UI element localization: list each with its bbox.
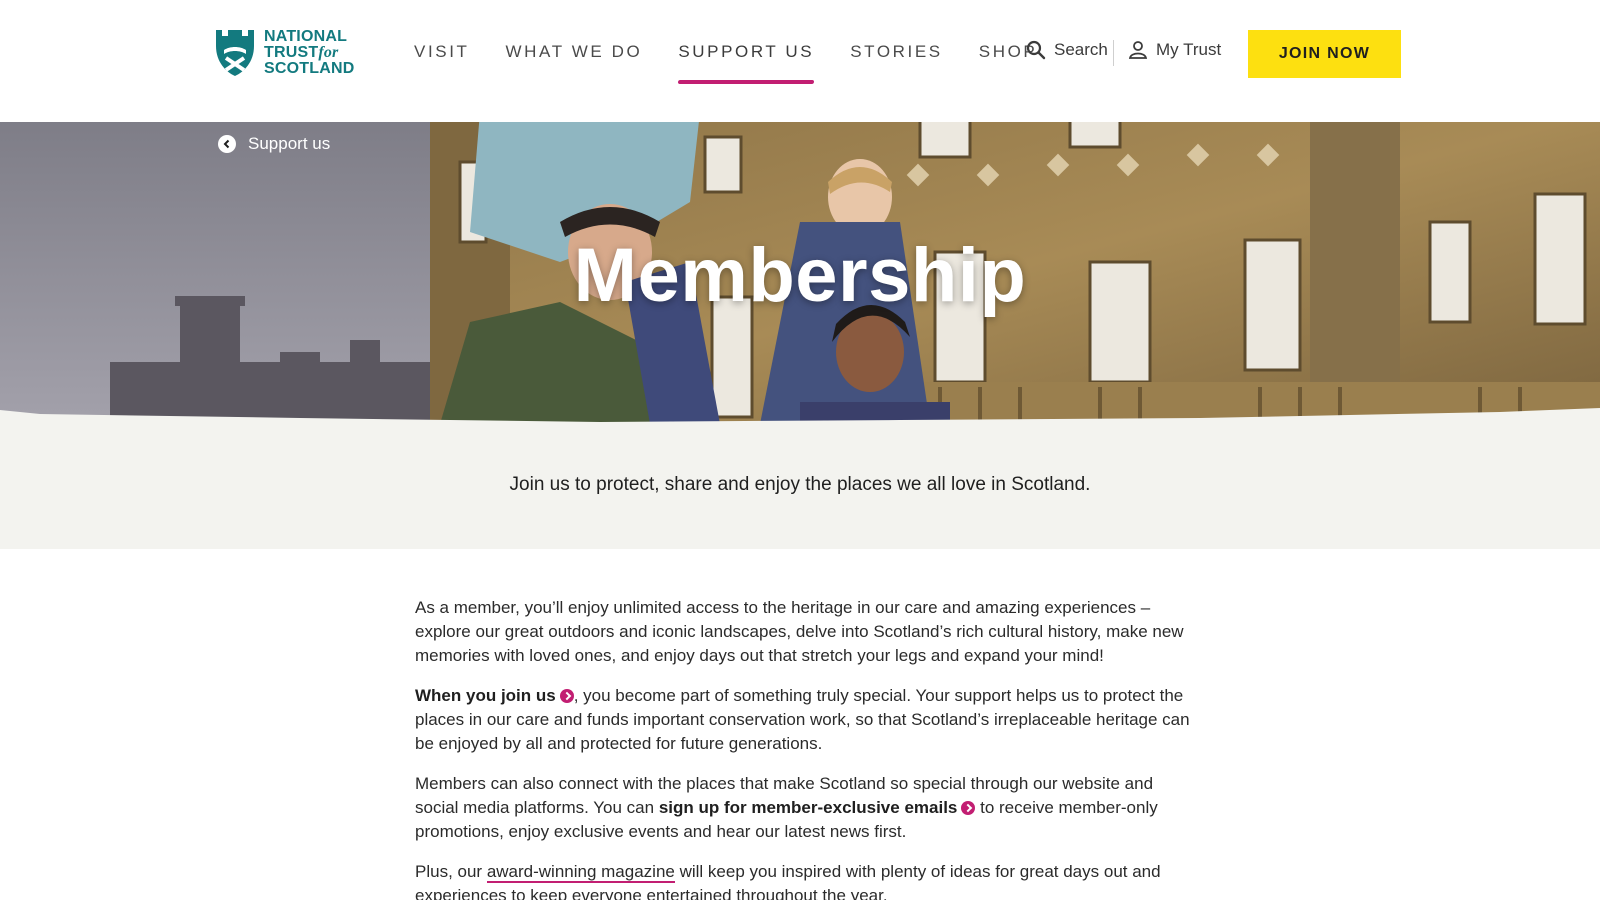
paragraph-magazine: Plus, our award-winning magazine will ke… (415, 862, 1161, 900)
user-icon (1128, 41, 1148, 59)
paragraph-connect: Members can also connect with the places… (415, 774, 1158, 841)
join-now-button[interactable]: JOIN NOW (1248, 30, 1401, 78)
breadcrumb-label: Support us (248, 134, 331, 153)
arrow-right-icon[interactable] (961, 801, 976, 815)
site-logo[interactable]: NATIONAL TRUSTfor SCOTLAND (214, 28, 354, 78)
my-trust-button[interactable]: My Trust (1128, 40, 1221, 60)
hero-banner: Support us Membership (0, 112, 1600, 424)
brush-stroke-divider (0, 88, 1600, 122)
nav-visit[interactable]: VISIT (414, 42, 470, 62)
magazine-link[interactable]: award-winning magazine (486, 862, 675, 883)
intro-text: Join us to protect, share and enjoy the … (509, 474, 1091, 495)
nav-what-we-do[interactable]: WHAT WE DO (506, 42, 643, 62)
header-divider (1113, 40, 1114, 66)
page-title: Membership (573, 233, 1027, 318)
intro-band: Join us to protect, share and enjoy the … (0, 424, 1600, 549)
search-icon (1026, 40, 1046, 60)
paragraph-join: When you join us, you become part of som… (415, 686, 1190, 753)
nav-stories[interactable]: STORIES (850, 42, 943, 62)
chevron-left-icon (218, 135, 236, 153)
breadcrumb-back-link[interactable]: Support us (218, 134, 330, 154)
nav-support-us[interactable]: SUPPORT US (678, 42, 815, 84)
search-label: Search (1054, 40, 1108, 59)
my-trust-label: My Trust (1156, 40, 1222, 59)
arrow-right-icon[interactable] (559, 689, 574, 703)
brush-stroke-divider-bottom (0, 408, 1600, 428)
paragraph-benefits: As a member, you’ll enjoy unlimited acce… (415, 598, 1184, 665)
main-content: As a member, you’ll enjoy unlimited acce… (415, 596, 1190, 900)
search-button[interactable]: Search (1026, 40, 1108, 60)
logo-wordmark: NATIONAL TRUSTfor SCOTLAND (264, 28, 355, 77)
main-nav: VISIT WHAT WE DO SUPPORT US STORIES SHOP (414, 42, 1037, 84)
trust-crest-icon (216, 30, 254, 76)
when-you-join-link[interactable]: When you join us (415, 686, 556, 705)
member-emails-link[interactable]: sign up for member-exclusive emails (659, 798, 958, 817)
